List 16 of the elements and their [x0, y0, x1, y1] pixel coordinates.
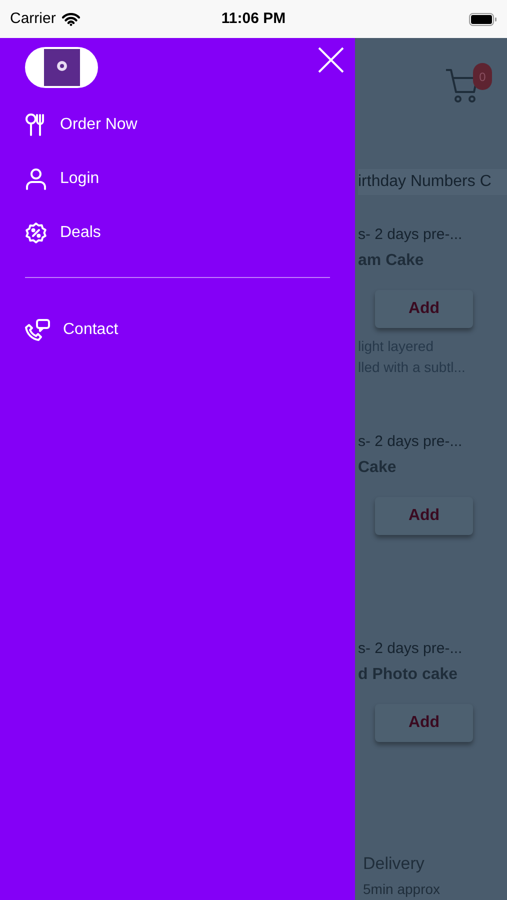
menu-item[interactable]: Order Now	[60, 113, 138, 137]
clock-time: 11:06 PM	[221, 8, 286, 29]
carrier-name: Carrier	[10, 8, 56, 29]
close-icon[interactable]	[318, 47, 344, 73]
person-icon	[25, 168, 47, 190]
product-subtitle: s- 2 days pre-...	[358, 638, 464, 658]
menu-item[interactable]: Deals	[60, 221, 101, 245]
battery-icon	[469, 12, 497, 26]
product-subtitle: s- 2 days pre-...	[358, 432, 464, 452]
wifi-icon	[62, 12, 80, 26]
product-subtitle: s- 2 days pre-...	[358, 224, 464, 244]
discount-badge-icon	[25, 222, 47, 244]
utensils-icon	[25, 113, 47, 137]
menu-item[interactable]: Login	[60, 167, 100, 191]
phone-chat-icon	[25, 318, 50, 342]
menu-item[interactable]: Contact	[63, 318, 118, 342]
